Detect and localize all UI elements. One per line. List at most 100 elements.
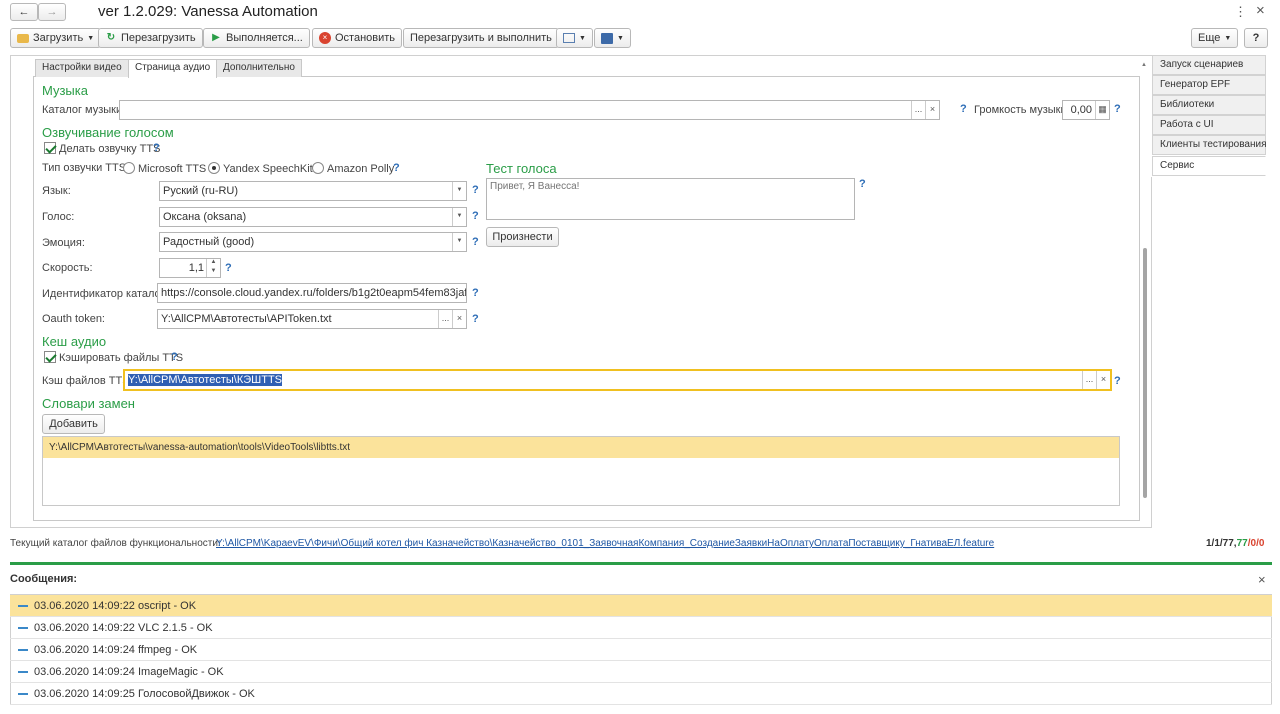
music-catalog-field[interactable]: ... ×	[119, 100, 940, 120]
voice-label: Голос:	[42, 211, 75, 223]
reload-button[interactable]: ↻ Перезагрузить	[98, 28, 203, 48]
back-arrow-icon: ←	[18, 6, 30, 18]
kebab-menu-icon[interactable]: ⋮	[1234, 4, 1247, 20]
help-button[interactable]: ?	[1244, 28, 1268, 48]
clear-icon[interactable]: ×	[1096, 371, 1110, 389]
speak-button[interactable]: Произнести	[486, 227, 559, 247]
radio-amazon-polly[interactable]: Amazon Polly	[312, 162, 394, 175]
stop-button[interactable]: × Остановить	[312, 28, 403, 48]
test-voice-textarea[interactable]	[486, 178, 855, 220]
cache-files-help-icon[interactable]: ?	[1114, 375, 1121, 387]
status-label: Текущий каталог файлов функциональности:	[10, 538, 221, 549]
calculator-icon[interactable]: ▦	[1095, 101, 1109, 119]
music-catalog-help-icon[interactable]: ?	[960, 103, 967, 115]
right-tab-service[interactable]: Сервис	[1152, 156, 1266, 176]
message-item[interactable]: 03.06.2020 14:09:25 ГолосовойДвижок - OK	[10, 683, 1272, 705]
select-button[interactable]: ...	[438, 310, 452, 328]
tab-audio-page[interactable]: Страница аудио	[128, 59, 218, 78]
tts-checkbox[interactable]: Делать озвучку TTS	[44, 142, 160, 155]
add-dict-button[interactable]: Добавить	[42, 414, 105, 434]
message-item[interactable]: 03.06.2020 14:09:22 VLC 2.1.5 - OK	[10, 617, 1272, 639]
folder-open-icon	[17, 33, 29, 43]
right-tab-run-scenarios[interactable]: Запуск сценариев	[1152, 55, 1266, 75]
dict-table-row[interactable]: Y:\AllCPM\Автотесты\vanessa-automation\t…	[43, 437, 1119, 458]
back-button[interactable]: ←	[10, 3, 38, 21]
music-volume-help-icon[interactable]: ?	[1114, 103, 1121, 115]
folder-id-help-icon[interactable]: ?	[472, 287, 479, 299]
tab-additional[interactable]: Дополнительно	[216, 59, 302, 77]
dropdown-arrow-icon: ▼	[1224, 34, 1232, 42]
close-window-icon[interactable]: ×	[1256, 2, 1265, 19]
voice-select[interactable]: Оксана (oksana) ▼	[159, 207, 467, 227]
cache-files-field[interactable]: Y:\AllCPM\Автотесты\КЭШTTS ... ×	[123, 369, 1112, 391]
dropdown-arrow-icon: ▼	[87, 34, 95, 42]
message-item[interactable]: 03.06.2020 14:09:24 ffmpeg - OK	[10, 639, 1272, 661]
save-menu-button[interactable]: ▼	[594, 28, 631, 48]
folder-id-field[interactable]: https://console.cloud.yandex.ru/folders/…	[157, 283, 467, 303]
emotion-select[interactable]: Радостный (good) ▼	[159, 232, 467, 252]
tts-help-icon[interactable]: ?	[153, 142, 160, 154]
clear-icon[interactable]: ×	[452, 310, 466, 328]
dropdown-arrow-icon[interactable]: ▼	[452, 233, 466, 251]
oauth-field[interactable]: Y:\AllCPM\Автотесты\APIToken.txt ... ×	[157, 309, 467, 329]
cache-header: Кеш аудио	[42, 334, 107, 349]
checkbox-checked-icon[interactable]	[44, 142, 56, 154]
vertical-scrollbar[interactable]: ▲	[1141, 62, 1149, 507]
radio-icon[interactable]	[312, 162, 324, 174]
right-tab-epf-generator[interactable]: Генератор EPF	[1152, 75, 1266, 95]
running-button[interactable]: ▶ Выполняется...	[203, 28, 310, 48]
music-volume-label: Громкость музыки:	[974, 104, 1070, 116]
message-dash-icon	[18, 627, 28, 629]
music-header: Музыка	[42, 83, 88, 98]
message-dash-icon	[18, 649, 28, 651]
voice-help-icon[interactable]: ?	[472, 210, 479, 222]
layout-menu-button[interactable]: ▼	[556, 28, 593, 48]
right-tab-test-clients[interactable]: Клиенты тестирования	[1152, 135, 1266, 155]
music-volume-field[interactable]: 0,00 ▦	[1062, 100, 1110, 120]
play-icon: ▶	[212, 32, 220, 43]
radio-icon[interactable]	[123, 162, 135, 174]
cache-files-label: Кэш файлов TTS:	[42, 375, 133, 387]
language-help-icon[interactable]: ?	[472, 184, 479, 196]
radio-selected-icon[interactable]	[208, 162, 220, 174]
dict-header: Словари замен	[42, 396, 135, 411]
more-button[interactable]: Еще ▼	[1191, 28, 1239, 48]
right-tab-libraries[interactable]: Библиотеки	[1152, 95, 1266, 115]
oauth-help-icon[interactable]: ?	[472, 313, 479, 325]
messages-title: Сообщения:	[10, 573, 78, 585]
feature-path-link[interactable]: Y:\AllCPM\KapaevEV\Фичи\Общий котел фич …	[216, 538, 994, 549]
forward-button[interactable]: →	[38, 3, 66, 21]
message-dash-icon	[18, 693, 28, 695]
cache-checkbox[interactable]: Кэшировать файлы TTS	[44, 351, 183, 364]
dict-table[interactable]: Y:\AllCPM\Автотесты\vanessa-automation\t…	[42, 436, 1120, 506]
messages-close-icon[interactable]: ×	[1258, 572, 1266, 587]
emotion-help-icon[interactable]: ?	[472, 236, 479, 248]
scroll-thumb[interactable]	[1143, 248, 1147, 498]
select-button[interactable]: ...	[911, 101, 925, 119]
test-voice-help-icon[interactable]: ?	[859, 178, 866, 190]
dropdown-arrow-icon[interactable]: ▼	[452, 182, 466, 200]
refresh-icon: ↻	[106, 32, 116, 43]
message-item[interactable]: 03.06.2020 14:09:22 oscript - OK	[10, 595, 1272, 617]
dropdown-arrow-icon[interactable]: ▼	[452, 208, 466, 226]
clear-icon[interactable]: ×	[925, 101, 939, 119]
message-item[interactable]: 03.06.2020 14:09:24 ImageMagic - OK	[10, 661, 1272, 683]
spin-arrows-icon[interactable]: ▲ ▼	[206, 259, 220, 277]
reload-and-run-button[interactable]: Перезагрузить и выполнить	[403, 28, 559, 48]
radio-microsoft-tts[interactable]: Microsoft TTS	[123, 162, 206, 175]
select-button[interactable]: ...	[1082, 371, 1096, 389]
oauth-label: Oauth token:	[42, 313, 105, 325]
speed-help-icon[interactable]: ?	[225, 262, 232, 274]
checkbox-checked-icon[interactable]	[44, 351, 56, 363]
tts-type-label: Тип озвучки TTS:	[42, 162, 130, 174]
scroll-up-icon[interactable]: ▲	[1141, 62, 1147, 68]
right-tab-ui-work[interactable]: Работа с UI	[1152, 115, 1266, 135]
cache-checkbox-help-icon[interactable]: ?	[171, 351, 178, 363]
language-select[interactable]: Руский (ru-RU) ▼	[159, 181, 467, 201]
divider	[10, 562, 1272, 565]
speed-stepper[interactable]: 1,1 ▲ ▼	[159, 258, 221, 278]
tab-video-settings[interactable]: Настройки видео	[35, 59, 129, 77]
load-button[interactable]: Загрузить ▼	[10, 28, 102, 48]
radio-yandex-speechkit[interactable]: Yandex SpeechKit	[208, 162, 313, 175]
tts-type-help-icon[interactable]: ?	[393, 162, 400, 174]
